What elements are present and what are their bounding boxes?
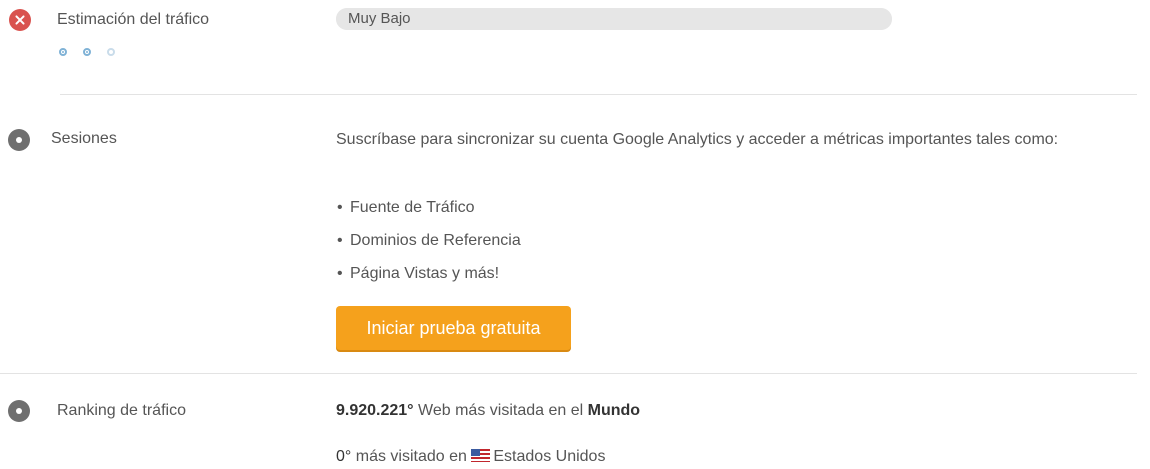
start-free-trial-button[interactable]: Iniciar prueba gratuita bbox=[336, 306, 571, 350]
sessions-description: Suscríbase para sincronizar su cuenta Go… bbox=[336, 131, 1059, 148]
world-ranking: 9.920.221° Web más visitada en el Mundo bbox=[336, 400, 640, 422]
sessions-row: Sesiones Suscríbase para sincronizar su … bbox=[0, 95, 1150, 375]
ranking-label: Ranking de tráfico bbox=[57, 402, 186, 419]
level-dot-3 bbox=[107, 48, 115, 56]
list-item: Fuente de Tráfico bbox=[336, 197, 521, 230]
traffic-estimate-bar: Muy Bajo bbox=[336, 8, 892, 30]
traffic-estimate-value: Muy Bajo bbox=[348, 10, 411, 27]
sessions-label: Sesiones bbox=[51, 130, 117, 147]
eye-icon bbox=[8, 400, 30, 422]
world-region: Mundo bbox=[587, 402, 641, 419]
traffic-estimate-label: Estimación del tráfico bbox=[57, 11, 210, 28]
country-name: Estados Unidos bbox=[493, 448, 606, 465]
ranking-row: Ranking de tráfico 9.920.221° Web más vi… bbox=[0, 374, 1150, 469]
world-rank-text: Web más visitada en el bbox=[418, 402, 584, 419]
traffic-estimate-bar-fill bbox=[336, 8, 892, 30]
country-rank-text: más visitado en bbox=[355, 448, 467, 465]
sessions-feature-list: Fuente de Tráfico Dominios de Referencia… bbox=[336, 197, 521, 296]
country-rank-value: 0° bbox=[336, 448, 352, 465]
level-dot-2 bbox=[83, 48, 91, 56]
traffic-estimate-row: Estimación del tráfico Muy Bajo bbox=[0, 0, 1150, 90]
us-flag-icon bbox=[471, 449, 491, 462]
level-dot-1 bbox=[59, 48, 67, 56]
country-ranking: 0° más visitado en Estados Unidos bbox=[336, 446, 605, 468]
close-icon bbox=[9, 9, 31, 31]
list-item: Página Vistas y más! bbox=[336, 263, 521, 296]
list-item: Dominios de Referencia bbox=[336, 230, 521, 263]
world-rank-value: 9.920.221° bbox=[336, 402, 414, 419]
eye-icon bbox=[8, 129, 30, 151]
